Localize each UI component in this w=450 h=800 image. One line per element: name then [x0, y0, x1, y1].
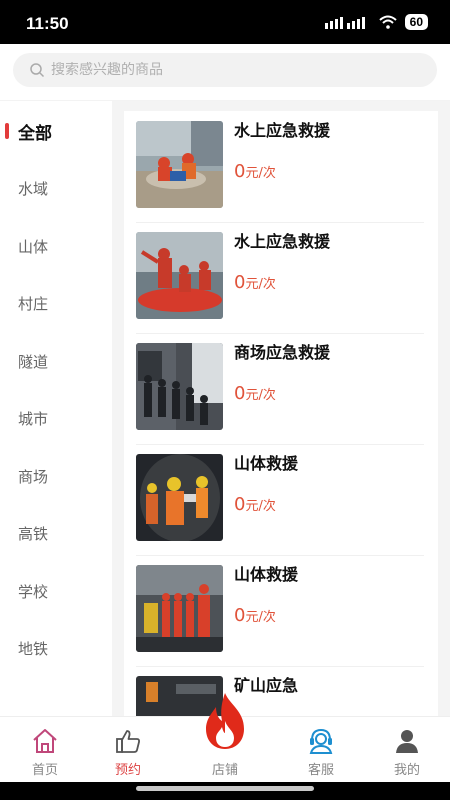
category-sidebar: 全部 水域 山体 村庄 隧道 城市 商场 高铁 学校 地铁: [0, 101, 112, 716]
bottom-tab-bar: 首页 预约 店铺 客服 我的: [0, 693, 450, 783]
sidebar-item-water[interactable]: 水域: [0, 168, 112, 208]
product-price: 0元/次: [234, 161, 276, 182]
sidebar-item-mall[interactable]: 商场: [0, 456, 112, 496]
price-unit: 元/次: [245, 499, 276, 514]
product-image: [136, 121, 223, 208]
customer-service-icon: [309, 728, 333, 754]
product-title: 商场应急救援: [234, 343, 331, 362]
user-icon: [396, 730, 418, 753]
search-bar: [0, 44, 450, 100]
product-list-area: 水上应急救援 0元/次 水上应急救援 0元/次 商场应急救援 0元/次 山体救援…: [112, 101, 450, 716]
search-icon: [30, 63, 45, 78]
wifi-icon: [378, 15, 397, 29]
app-screen: 全部 水域 山体 村庄 隧道 城市 商场 高铁 学校 地铁: [0, 44, 450, 782]
sidebar-item-label: 学校: [18, 582, 49, 601]
sidebar-item-label: 城市: [18, 409, 49, 428]
sidebar-item-subway[interactable]: 地铁: [0, 628, 112, 668]
product-item[interactable]: 水上应急救援 0元/次: [124, 111, 438, 223]
home-indicator[interactable]: [136, 786, 314, 791]
product-price: 0元/次: [234, 494, 276, 515]
product-list: 水上应急救援 0元/次 水上应急救援 0元/次 商场应急救援 0元/次 山体救援…: [124, 111, 438, 716]
price-value: 0: [234, 605, 246, 626]
product-image: [136, 454, 223, 541]
product-price: 0元/次: [234, 383, 276, 404]
tab-label: 我的: [393, 763, 420, 778]
sidebar-item-all[interactable]: 全部: [0, 111, 112, 151]
sidebar-item-label: 地铁: [18, 639, 49, 658]
sidebar-item-label: 隧道: [18, 352, 49, 371]
product-price: 0元/次: [234, 605, 276, 626]
product-price: 0元/次: [234, 272, 276, 293]
product-title: 水上应急救援: [234, 121, 331, 140]
price-unit: 元/次: [245, 610, 276, 625]
sidebar-item-city[interactable]: 城市: [0, 398, 112, 438]
price-value: 0: [234, 383, 246, 404]
sidebar-item-label: 高铁: [18, 524, 49, 543]
sidebar-item-mountain[interactable]: 山体: [0, 226, 112, 266]
product-item[interactable]: 水上应急救援 0元/次: [124, 222, 438, 334]
sidebar-item-school[interactable]: 学校: [0, 571, 112, 611]
product-title: 山体救援: [234, 454, 299, 473]
price-unit: 元/次: [245, 277, 276, 292]
product-item[interactable]: 山体救援 0元/次: [124, 444, 438, 556]
product-image: [136, 565, 223, 652]
product-title: 水上应急救援: [234, 232, 331, 251]
home-indicator-area: [0, 782, 450, 800]
status-time: 11:50: [26, 14, 69, 33]
home-icon: [33, 729, 57, 753]
product-title: 山体救援: [234, 565, 299, 584]
search-box[interactable]: [13, 53, 437, 87]
price-unit: 元/次: [245, 166, 276, 181]
search-input[interactable]: [51, 62, 411, 78]
product-image: [136, 343, 223, 430]
battery-indicator: 60: [404, 14, 428, 30]
status-bar: 11:50 60: [0, 0, 450, 44]
status-icons: 60: [324, 14, 428, 30]
tab-store[interactable]: 店铺: [180, 693, 270, 783]
price-unit: 元/次: [245, 388, 276, 403]
product-item[interactable]: 矿山应急: [124, 666, 438, 716]
tab-label: 预约: [114, 763, 141, 778]
sidebar-item-highspeed-rail[interactable]: 高铁: [0, 513, 112, 553]
tab-label: 客服: [307, 763, 334, 778]
signal-icon: [324, 17, 365, 29]
tab-label: 店铺: [211, 763, 238, 778]
sidebar-item-label: 商场: [18, 467, 49, 486]
tab-home[interactable]: 首页: [0, 717, 90, 783]
sidebar-item-label: 全部: [18, 123, 52, 144]
sidebar-item-tunnel[interactable]: 隧道: [0, 341, 112, 381]
price-value: 0: [234, 272, 246, 293]
price-value: 0: [234, 161, 246, 182]
sidebar-item-label: 山体: [18, 237, 49, 256]
price-value: 0: [234, 494, 246, 515]
sidebar-item-label: 村庄: [18, 294, 49, 313]
product-image: [136, 232, 223, 319]
tab-reserve[interactable]: 预约: [83, 717, 173, 783]
sidebar-item-label: 水域: [18, 179, 49, 198]
thumbs-up-icon: [116, 730, 140, 753]
sidebar-item-village[interactable]: 村庄: [0, 283, 112, 323]
tab-label: 首页: [31, 763, 58, 778]
active-indicator: [5, 123, 9, 139]
fire-icon: [206, 693, 244, 749]
product-item[interactable]: 山体救援 0元/次: [124, 555, 438, 667]
product-item[interactable]: 商场应急救援 0元/次: [124, 333, 438, 445]
tab-customer-service[interactable]: 客服: [276, 717, 366, 783]
tab-profile[interactable]: 我的: [362, 717, 450, 783]
